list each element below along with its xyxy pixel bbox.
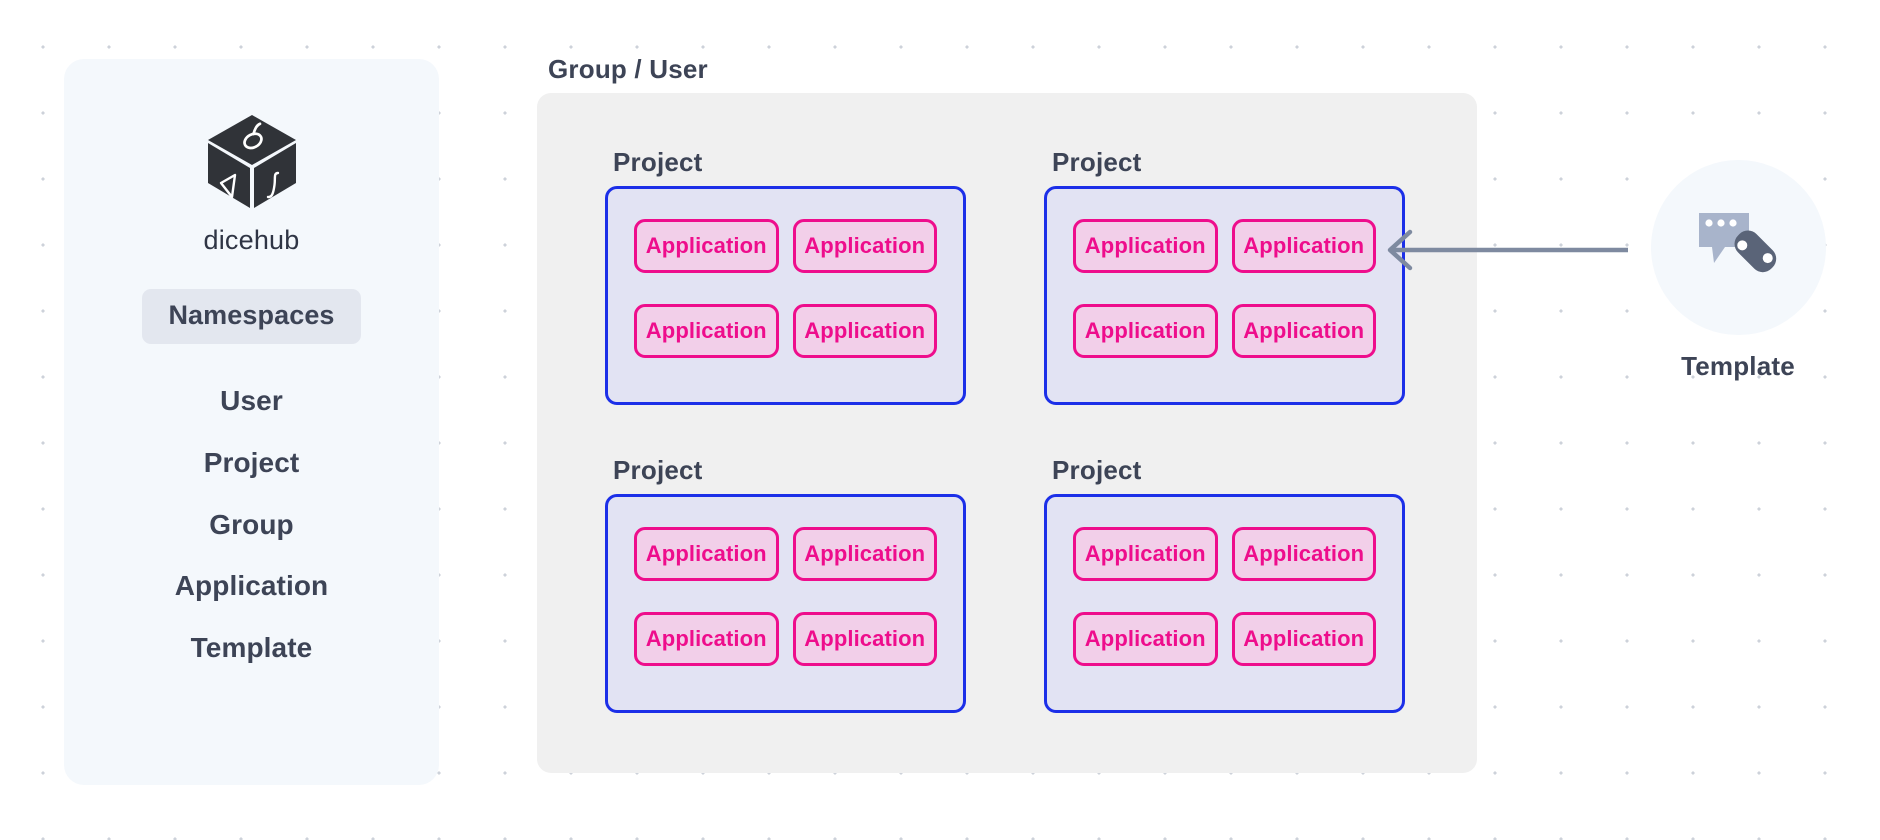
project-label: Project (613, 455, 703, 485)
application-chip[interactable]: Application (1231, 303, 1376, 358)
application-chip[interactable]: Application (1073, 219, 1218, 273)
application-chip[interactable]: Application (1231, 527, 1376, 581)
project-cell: Project Application Application Applicat… (605, 147, 966, 405)
legend-item-project[interactable]: Project (204, 447, 300, 479)
project-box[interactable]: Application Application Application Appl… (605, 494, 966, 713)
legend-item-template[interactable]: Template (191, 632, 313, 664)
project-cell: Project Application Application Applicat… (605, 455, 966, 713)
template-node[interactable]: Template (1648, 160, 1828, 382)
project-box[interactable]: Application Application Application Appl… (605, 186, 966, 405)
application-chip-arrow-target[interactable]: Application (1231, 219, 1376, 273)
template-tag-pencil-icon (1699, 212, 1777, 272)
application-chip[interactable]: Application (634, 527, 779, 581)
application-chip[interactable]: Application (634, 611, 779, 666)
dicehub-cube-logo-icon (207, 115, 296, 208)
legend-item-group[interactable]: Group (209, 509, 294, 541)
application-chip[interactable]: Application (1073, 611, 1218, 666)
project-cell: Project Application Application Applicat… (1044, 455, 1405, 713)
legend-panel: dicehub Namespaces User Project Group Ap… (64, 59, 439, 785)
application-chip[interactable]: Application (792, 611, 937, 666)
namespaces-pill[interactable]: Namespaces (142, 289, 361, 344)
template-icon-circle (1650, 160, 1826, 335)
legend-list: User Project Group Application Template (64, 385, 439, 664)
template-label: Template (1681, 351, 1795, 381)
project-label: Project (613, 147, 703, 177)
project-box[interactable]: Application Application Application Appl… (1044, 494, 1405, 713)
application-chip[interactable]: Application (1073, 303, 1218, 358)
application-chip[interactable]: Application (792, 219, 937, 273)
legend-item-user[interactable]: User (220, 385, 283, 417)
group-user-container: Project Application Application Applicat… (537, 93, 1477, 773)
project-cell: Project Application Application Applicat… (1044, 147, 1405, 405)
project-label: Project (1052, 147, 1142, 177)
application-chip[interactable]: Application (792, 527, 937, 581)
application-chip[interactable]: Application (634, 219, 779, 273)
group-user-label: Group / User (548, 54, 708, 84)
application-chip[interactable]: Application (1231, 611, 1376, 666)
application-chip[interactable]: Application (792, 303, 937, 358)
brand-name: dicehub (203, 225, 300, 255)
application-chip[interactable]: Application (1073, 527, 1218, 581)
diagram-canvas: dicehub Namespaces User Project Group Ap… (0, 0, 1880, 840)
project-box[interactable]: Application Application Application Appl… (1044, 186, 1405, 405)
project-grid: Project Application Application Applicat… (537, 93, 1477, 773)
legend-item-application[interactable]: Application (175, 571, 329, 602)
template-to-application-arrow (1387, 229, 1628, 271)
application-chip[interactable]: Application (634, 303, 779, 358)
project-label: Project (1052, 455, 1142, 485)
